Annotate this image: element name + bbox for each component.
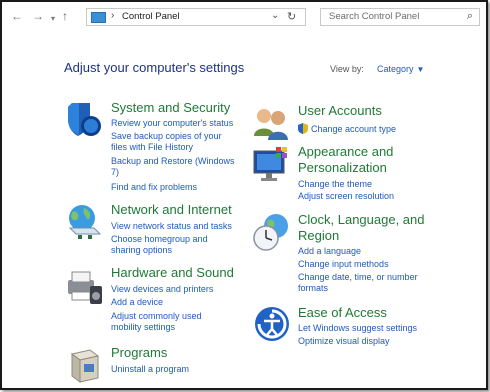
control-panel-window: ← → ▾ ↑ › Control Panel ⌄ ↻ Search Contr… [0,0,488,390]
link-date-time-formats-line2[interactable]: formats [298,283,328,294]
link-file-history[interactable]: Save backup copies of your [111,131,222,142]
programs-box-icon[interactable] [64,344,104,384]
category-programs[interactable]: Programs [111,345,167,360]
link-backup-restore-line2[interactable]: 7) [111,167,119,178]
link-change-account-type[interactable]: Change account type [311,124,396,135]
view-by-value: Category [377,64,414,74]
category-system-security[interactable]: System and Security [111,100,230,115]
link-input-methods[interactable]: Change input methods [298,259,389,270]
clock-globe-icon[interactable] [252,212,292,252]
monitor-palette-icon[interactable] [252,145,292,185]
link-uninstall-program[interactable]: Uninstall a program [111,364,189,375]
ease-of-access-icon[interactable] [252,304,292,344]
link-screen-resolution[interactable]: Adjust screen resolution [298,191,394,202]
category-clock-language-line2[interactable]: Region [298,228,339,243]
breadcrumb-control-panel[interactable]: Control Panel [122,11,180,22]
category-hardware-sound[interactable]: Hardware and Sound [111,265,234,280]
link-homegroup-line2[interactable]: sharing options [111,245,172,256]
navigation-toolbar: ← → ▾ ↑ › Control Panel ⌄ ↻ Search Contr… [2,2,486,32]
address-dropdown-icon[interactable]: ⌄ [271,10,279,21]
control-panel-icon [91,12,106,23]
shield-icon[interactable] [64,99,104,139]
link-find-fix-problems[interactable]: Find and fix problems [111,182,197,193]
category-network-internet[interactable]: Network and Internet [111,202,232,217]
link-network-status[interactable]: View network status and tasks [111,221,232,232]
printer-speaker-icon[interactable] [64,266,104,306]
link-homegroup[interactable]: Choose homegroup and [111,234,208,245]
address-bar[interactable]: › Control Panel ⌄ ↻ [86,8,306,26]
search-placeholder: Search Control Panel [329,11,420,22]
link-review-status[interactable]: Review your computer's status [111,118,233,129]
link-add-device[interactable]: Add a device [111,297,163,308]
link-add-language[interactable]: Add a language [298,246,361,257]
forward-arrow-icon[interactable]: → [32,8,44,24]
category-appearance-line2[interactable]: Personalization [298,160,387,175]
search-box[interactable]: Search Control Panel ⌕ [320,8,480,26]
link-devices-printers[interactable]: View devices and printers [111,284,213,295]
view-by-caret-icon: ▼ [416,65,425,74]
view-by-dropdown[interactable]: Category ▼ [377,64,424,74]
category-clock-language[interactable]: Clock, Language, and [298,212,424,227]
link-backup-restore[interactable]: Backup and Restore (Windows [111,156,235,167]
page-title: Adjust your computer's settings [64,60,245,75]
recent-locations-chevron-icon[interactable]: ▾ [51,11,55,27]
refresh-icon[interactable]: ↻ [287,10,296,23]
users-icon[interactable] [252,104,292,144]
link-file-history-line2[interactable]: files with File History [111,142,193,153]
link-date-time-formats[interactable]: Change date, time, or number [298,272,418,283]
link-mobility-settings-line2[interactable]: mobility settings [111,322,175,333]
category-ease-of-access[interactable]: Ease of Access [298,305,387,320]
breadcrumb-separator: › [111,10,115,21]
back-arrow-icon[interactable]: ← [11,8,23,24]
category-appearance[interactable]: Appearance and [298,144,393,159]
up-arrow-icon[interactable]: ↑ [62,8,68,24]
category-user-accounts[interactable]: User Accounts [298,103,382,118]
view-by-label: View by: [330,64,364,74]
uac-shield-icon [298,123,308,134]
link-optimize-display[interactable]: Optimize visual display [298,336,390,347]
globe-network-icon[interactable] [64,202,104,242]
link-windows-suggest[interactable]: Let Windows suggest settings [298,323,417,334]
link-mobility-settings[interactable]: Adjust commonly used [111,311,202,322]
search-icon[interactable]: ⌕ [467,10,473,23]
link-change-theme[interactable]: Change the theme [298,179,372,190]
